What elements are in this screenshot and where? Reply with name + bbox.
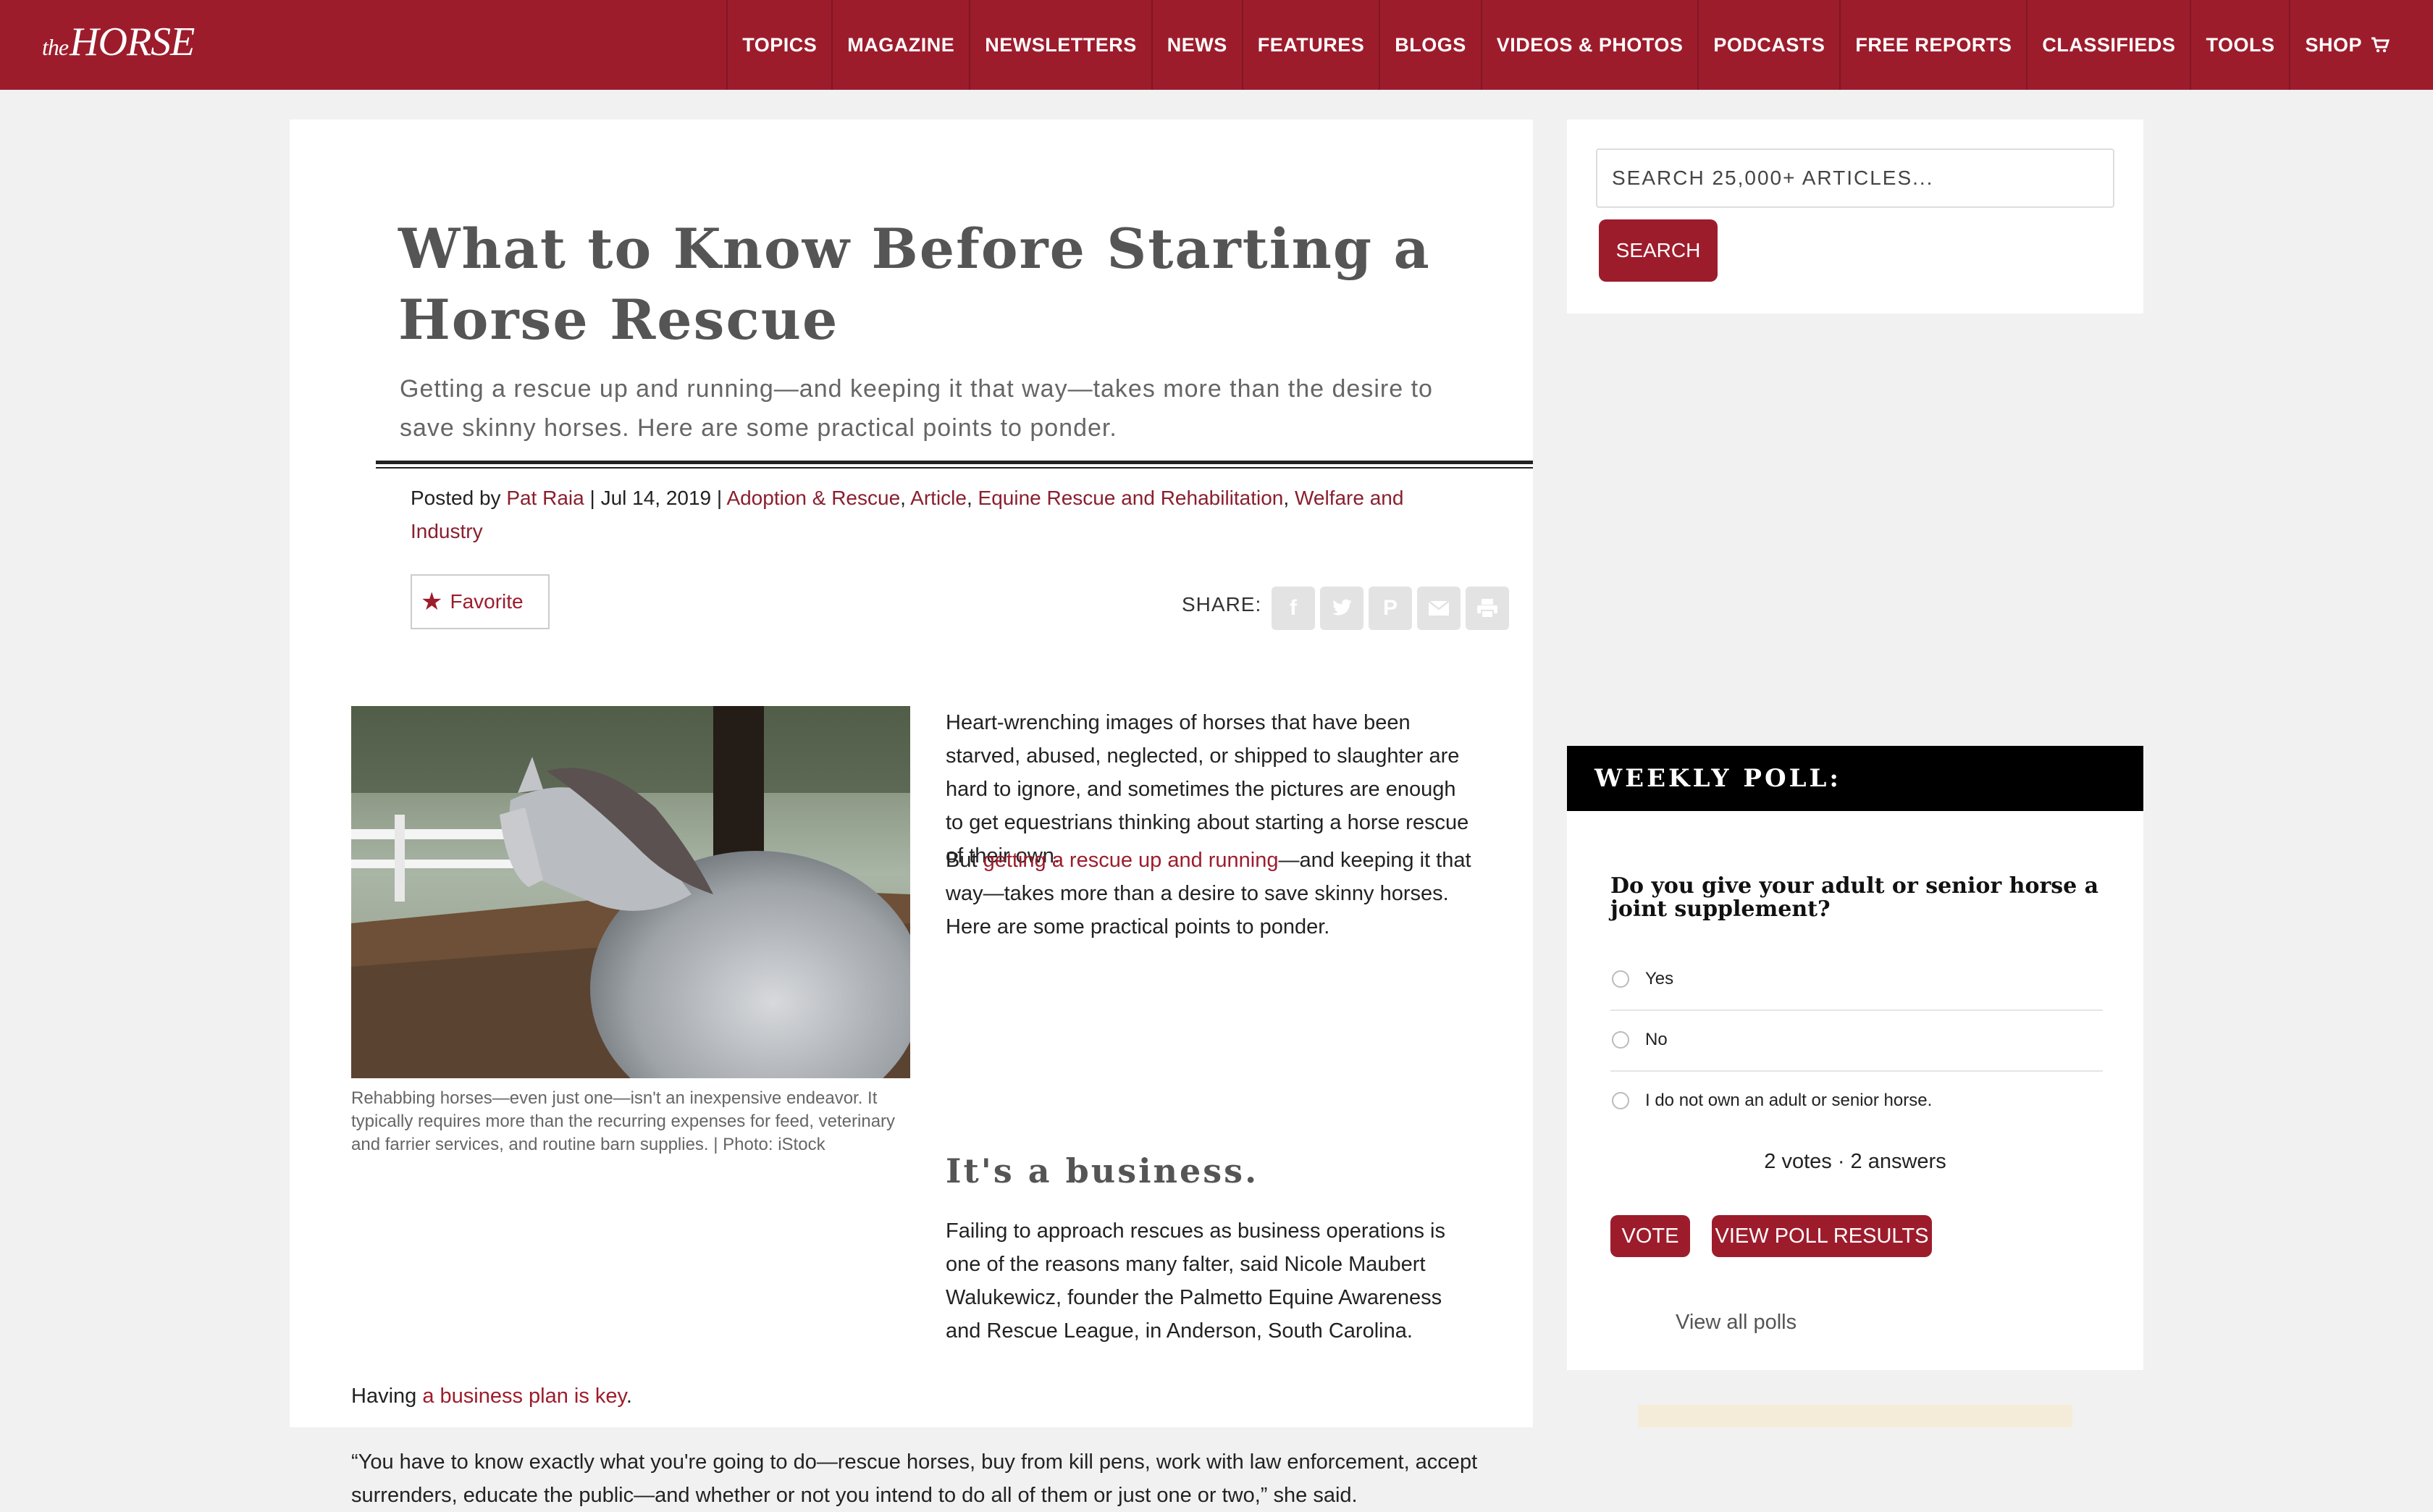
site-header: the HORSE TOPICS MAGAZINE NEWSLETTERS NE… bbox=[0, 0, 2433, 90]
nav-label: CLASSIFIEDS bbox=[2042, 33, 2176, 56]
publish-date: Jul 14, 2019 bbox=[600, 487, 712, 509]
paragraph-3: Failing to approach rescues as business … bbox=[946, 1219, 1445, 1343]
paragraph-2: But getting a rescue up and running—and … bbox=[946, 844, 1474, 944]
nav-videos-photos[interactable]: VIDEOS & PHOTOS bbox=[1480, 0, 1698, 90]
pinterest-icon[interactable]: P bbox=[1369, 587, 1412, 630]
section-heading: It's a business. bbox=[946, 1151, 1259, 1190]
nav-label: FEATURES bbox=[1257, 33, 1365, 56]
poll-vote-count: 2 votes · 2 answers bbox=[1764, 1150, 1946, 1173]
category-link[interactable]: Article bbox=[910, 487, 967, 509]
nav-label: FREE REPORTS bbox=[1855, 33, 2012, 56]
posted-by-label: Posted by bbox=[411, 487, 501, 509]
nav-blogs[interactable]: BLOGS bbox=[1379, 0, 1481, 90]
nav-podcasts[interactable]: PODCASTS bbox=[1697, 0, 1839, 90]
article-dek: Getting a rescue up and running—and keep… bbox=[400, 375, 1433, 442]
radio-button[interactable] bbox=[1612, 1031, 1629, 1049]
nav-label: NEWSLETTERS bbox=[985, 33, 1137, 56]
category-link[interactable]: Equine Rescue and Rehabilitation bbox=[978, 487, 1284, 509]
nav-label: BLOGS bbox=[1395, 33, 1466, 56]
article-meta: Posted by Pat Raia | Jul 14, 2019 | Adop… bbox=[411, 487, 1404, 542]
nav-label: SHOP bbox=[2305, 33, 2362, 56]
poll-header: WEEKLY POLL: bbox=[1567, 746, 2143, 811]
poll-option-label: No bbox=[1645, 1030, 1668, 1049]
nav-label: MAGAZINE bbox=[847, 33, 955, 56]
radio-button[interactable] bbox=[1612, 970, 1629, 988]
paragraph-text: . bbox=[626, 1385, 632, 1408]
favorite-button[interactable]: ★ Favorite bbox=[411, 574, 550, 629]
poll-question: Do you give your adult or senior horse a… bbox=[1610, 873, 2099, 922]
poll-option-yes[interactable]: Yes bbox=[1610, 949, 2103, 1011]
nav-label: TOPICS bbox=[742, 33, 818, 56]
twitter-icon[interactable] bbox=[1320, 587, 1363, 630]
favorite-label: Favorite bbox=[450, 590, 524, 613]
meta-separator: | bbox=[589, 487, 595, 509]
search-input[interactable] bbox=[1596, 148, 2114, 208]
poll-option-no[interactable]: No bbox=[1610, 1009, 2103, 1072]
search-widget: SEARCH bbox=[1567, 119, 2143, 314]
inline-link-rescue[interactable]: getting a rescue up and running bbox=[983, 849, 1279, 872]
photo-caption: Rehabbing horses—even just one—isn't an … bbox=[351, 1088, 896, 1154]
article-title: What to Know Before Starting a Horse Res… bbox=[398, 217, 1431, 352]
ad-banner bbox=[1638, 1405, 2072, 1427]
site-logo[interactable]: the HORSE bbox=[42, 19, 195, 70]
search-button[interactable]: SEARCH bbox=[1599, 219, 1718, 282]
category-link[interactable]: Adoption & Rescue bbox=[726, 487, 900, 509]
cart-icon bbox=[2371, 37, 2390, 53]
star-icon: ★ bbox=[421, 588, 443, 616]
nav-shop[interactable]: SHOP bbox=[2289, 0, 2404, 90]
print-icon[interactable] bbox=[1466, 587, 1509, 630]
radio-button[interactable] bbox=[1612, 1092, 1629, 1109]
meta-separator: | bbox=[716, 487, 723, 509]
nav-label: TOOLS bbox=[2206, 33, 2275, 56]
main-nav: TOPICS MAGAZINE NEWSLETTERS NEWS FEATURE… bbox=[726, 0, 2404, 90]
nav-features[interactable]: FEATURES bbox=[1241, 0, 1379, 90]
logo-name: HORSE bbox=[70, 20, 195, 64]
share-label: SHARE: bbox=[1182, 593, 1262, 616]
paragraph-5: “You have to know exactly what you're go… bbox=[351, 1450, 1478, 1507]
nav-free-reports[interactable]: FREE REPORTS bbox=[1839, 0, 2026, 90]
nav-label: NEWS bbox=[1167, 33, 1227, 56]
poll-option-label: I do not own an adult or senior horse. bbox=[1645, 1091, 1933, 1110]
inline-link-business-plan[interactable]: a business plan is key bbox=[422, 1385, 626, 1408]
nav-label: PODCASTS bbox=[1713, 33, 1825, 56]
email-icon[interactable] bbox=[1417, 587, 1461, 630]
view-results-button[interactable]: VIEW POLL RESULTS bbox=[1712, 1215, 1932, 1257]
nav-magazine[interactable]: MAGAZINE bbox=[831, 0, 969, 90]
horse-photo-image bbox=[351, 706, 910, 1078]
article-card: What to Know Before Starting a Horse Res… bbox=[290, 119, 1533, 1507]
paragraph-text: Having bbox=[351, 1385, 423, 1408]
nav-newsletters[interactable]: NEWSLETTERS bbox=[969, 0, 1151, 90]
paragraph-text: But bbox=[946, 849, 983, 872]
nav-label: VIDEOS & PHOTOS bbox=[1496, 33, 1684, 56]
title-divider bbox=[376, 461, 1533, 464]
nav-news[interactable]: NEWS bbox=[1151, 0, 1242, 90]
share-bar: f P bbox=[1272, 587, 1509, 630]
vote-button[interactable]: VOTE bbox=[1610, 1215, 1690, 1257]
nav-tools[interactable]: TOOLS bbox=[2190, 0, 2289, 90]
facebook-icon[interactable]: f bbox=[1272, 587, 1315, 630]
paragraph-4: Having a business plan is key. bbox=[351, 1379, 1481, 1413]
logo-the: the bbox=[42, 34, 69, 60]
view-all-polls-link[interactable]: View all polls bbox=[1676, 1311, 1797, 1335]
author-link[interactable]: Pat Raia bbox=[506, 487, 584, 509]
nav-classifieds[interactable]: CLASSIFIEDS bbox=[2026, 0, 2190, 90]
poll-option-label: Yes bbox=[1645, 969, 1674, 988]
title-divider-thin bbox=[376, 467, 1533, 469]
poll-widget: Do you give your adult or senior horse a… bbox=[1567, 811, 2143, 1370]
article-photo bbox=[351, 706, 910, 1078]
poll-option-no-horse[interactable]: I do not own an adult or senior horse. bbox=[1610, 1070, 2103, 1131]
nav-topics[interactable]: TOPICS bbox=[726, 0, 831, 90]
